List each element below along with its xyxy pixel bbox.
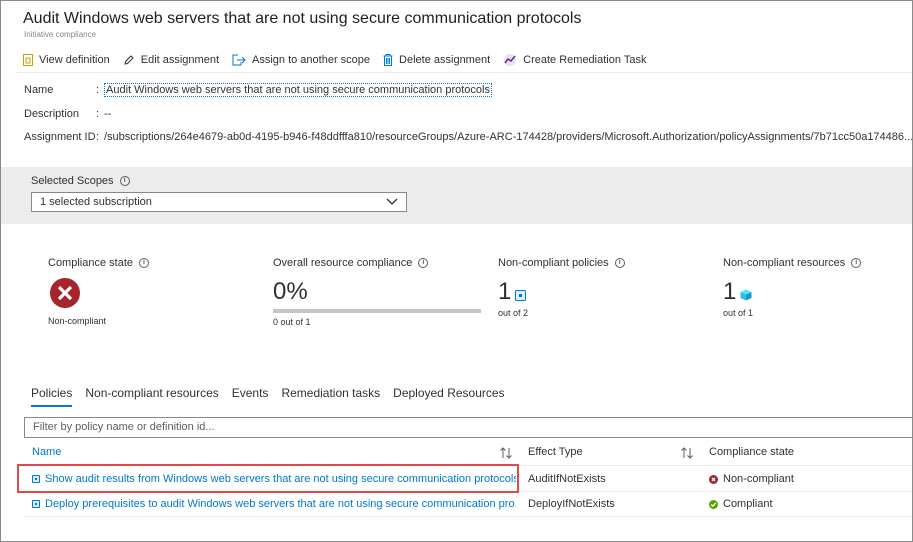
delete-assignment-button[interactable]: Delete assignment bbox=[383, 54, 490, 66]
description-value: -- bbox=[104, 108, 112, 120]
sort-icon[interactable] bbox=[499, 447, 513, 459]
compliance-state-card: Compliance state i Non-compliant bbox=[48, 257, 149, 326]
table-row-effect-cell: AuditIfNotExists bbox=[528, 473, 606, 485]
assign-scope-button[interactable]: Assign to another scope bbox=[232, 54, 370, 66]
tab-events[interactable]: Events bbox=[232, 386, 269, 407]
table-divider bbox=[24, 516, 912, 517]
name-label: Name bbox=[24, 84, 54, 96]
overall-compliance-title: Overall resource compliance bbox=[273, 257, 413, 269]
noncompliant-resources-row: 1 bbox=[723, 278, 861, 306]
description-colon: : bbox=[96, 108, 100, 120]
overall-compliance-note: 0 out of 1 bbox=[273, 317, 311, 327]
noncompliant-resources-value: 1 bbox=[723, 278, 737, 305]
compliance-state-heading: Compliance state i bbox=[48, 257, 149, 269]
page-subtitle: Initiative compliance bbox=[24, 30, 97, 39]
description-row: Description: -- bbox=[24, 108, 111, 120]
create-remediation-button[interactable]: Create Remediation Task bbox=[503, 54, 646, 66]
column-header-name[interactable]: Name bbox=[32, 446, 61, 458]
page-title: Audit Windows web servers that are not u… bbox=[23, 10, 582, 27]
name-value[interactable]: Audit Windows web servers that are not u… bbox=[104, 83, 492, 97]
error-circle-icon bbox=[50, 278, 80, 308]
assignment-id-label: Assignment ID bbox=[24, 131, 96, 143]
row-highlight-box bbox=[17, 464, 519, 493]
edit-assignment-label: Edit assignment bbox=[140, 54, 219, 66]
noncompliant-policies-row: 1 bbox=[498, 278, 625, 306]
noncompliant-policies-heading: Non-compliant policies i bbox=[498, 257, 625, 269]
assignment-id-colon: : bbox=[96, 131, 100, 143]
remediation-icon bbox=[504, 54, 517, 66]
policy-link[interactable]: Deploy prerequisites to audit Windows we… bbox=[45, 498, 516, 510]
noncompliant-resources-card: Non-compliant resources i 1 out of 1 bbox=[723, 257, 862, 318]
sort-icon[interactable] bbox=[680, 447, 694, 459]
scopes-label: Selected Scopes bbox=[31, 175, 114, 187]
edit-assignment-button[interactable]: Edit assignment bbox=[123, 54, 219, 66]
pencil-icon bbox=[124, 55, 134, 65]
noncompliant-policies-value: 1 bbox=[498, 278, 512, 305]
noncompliant-policies-note: out of 2 bbox=[498, 308, 529, 318]
toolbar: View definition Edit assignment Assign t… bbox=[23, 53, 659, 67]
column-header-effect[interactable]: Effect Type bbox=[528, 446, 583, 458]
policy-icon bbox=[515, 290, 527, 301]
info-icon[interactable]: i bbox=[139, 258, 149, 269]
tab-policies[interactable]: Policies bbox=[31, 386, 73, 407]
scopes-heading: Selected Scopes i bbox=[31, 175, 130, 187]
view-definition-button[interactable]: View definition bbox=[23, 54, 110, 66]
state-text: Compliant bbox=[723, 498, 773, 510]
noncompliant-policies-title: Non-compliant policies bbox=[498, 257, 609, 269]
overall-compliance-value: 0% bbox=[273, 278, 308, 305]
assign-scope-label: Assign to another scope bbox=[252, 54, 371, 66]
document-icon bbox=[23, 54, 33, 66]
window: Audit Windows web servers that are not u… bbox=[0, 0, 913, 542]
name-row: Name: Audit Windows web servers that are … bbox=[24, 83, 492, 97]
delete-assignment-label: Delete assignment bbox=[399, 54, 491, 66]
toolbar-divider bbox=[15, 72, 912, 73]
tab-deployed-resources[interactable]: Deployed Resources bbox=[393, 386, 504, 407]
state-text: Non-compliant bbox=[723, 473, 794, 485]
noncompliant-resources-title: Non-compliant resources bbox=[723, 257, 846, 269]
scopes-panel: Selected Scopes i 1 selected subscription bbox=[1, 167, 912, 224]
chevron-down-icon bbox=[386, 198, 398, 205]
trash-icon bbox=[383, 54, 393, 66]
policy-filter-input[interactable]: Filter by policy name or definition id..… bbox=[24, 417, 912, 438]
assign-arrow-icon bbox=[232, 54, 246, 66]
table-row-effect-cell: DeployIfNotExists bbox=[528, 498, 615, 510]
compliance-progress-bar bbox=[273, 309, 481, 313]
assignment-id-row: Assignment ID: /subscriptions/264e4679-ab… bbox=[24, 131, 913, 143]
cube-icon bbox=[740, 289, 752, 301]
policy-icon bbox=[32, 500, 40, 509]
error-status-icon bbox=[709, 474, 718, 484]
description-label: Description bbox=[24, 108, 80, 120]
info-icon[interactable]: i bbox=[851, 258, 862, 269]
name-colon: : bbox=[96, 84, 100, 96]
info-icon[interactable]: i bbox=[119, 176, 130, 187]
compliance-state-value: Non-compliant bbox=[48, 316, 107, 326]
table-row-state-cell: Non-compliant bbox=[709, 473, 794, 485]
create-remediation-label: Create Remediation Task bbox=[523, 54, 647, 66]
table-row-name-cell: Deploy prerequisites to audit Windows we… bbox=[32, 498, 516, 510]
noncompliant-policies-card: Non-compliant policies i 1 out of 2 bbox=[498, 257, 625, 318]
overall-compliance-card: Overall resource compliance i 0% 0 out of… bbox=[273, 257, 481, 327]
tab-bar: Policies Non-compliant resources Events … bbox=[31, 386, 518, 407]
tab-noncompliant-resources[interactable]: Non-compliant resources bbox=[85, 386, 218, 407]
info-icon[interactable]: i bbox=[418, 258, 429, 269]
overall-compliance-heading: Overall resource compliance i bbox=[273, 257, 481, 269]
scope-selected-value: 1 selected subscription bbox=[40, 196, 152, 208]
tab-remediation-tasks[interactable]: Remediation tasks bbox=[281, 386, 380, 407]
success-status-icon bbox=[709, 499, 718, 509]
table-row-state-cell: Compliant bbox=[709, 498, 773, 510]
assignment-id-value: /subscriptions/264e4679-ab0d-4195-b946-f… bbox=[104, 131, 913, 143]
info-icon[interactable]: i bbox=[614, 258, 625, 269]
noncompliant-resources-note: out of 1 bbox=[723, 308, 754, 318]
column-header-state[interactable]: Compliance state bbox=[709, 446, 794, 458]
noncompliant-resources-heading: Non-compliant resources i bbox=[723, 257, 862, 269]
compliance-state-title: Compliance state bbox=[48, 257, 133, 269]
view-definition-label: View definition bbox=[39, 54, 110, 66]
scope-dropdown[interactable]: 1 selected subscription bbox=[31, 192, 407, 212]
